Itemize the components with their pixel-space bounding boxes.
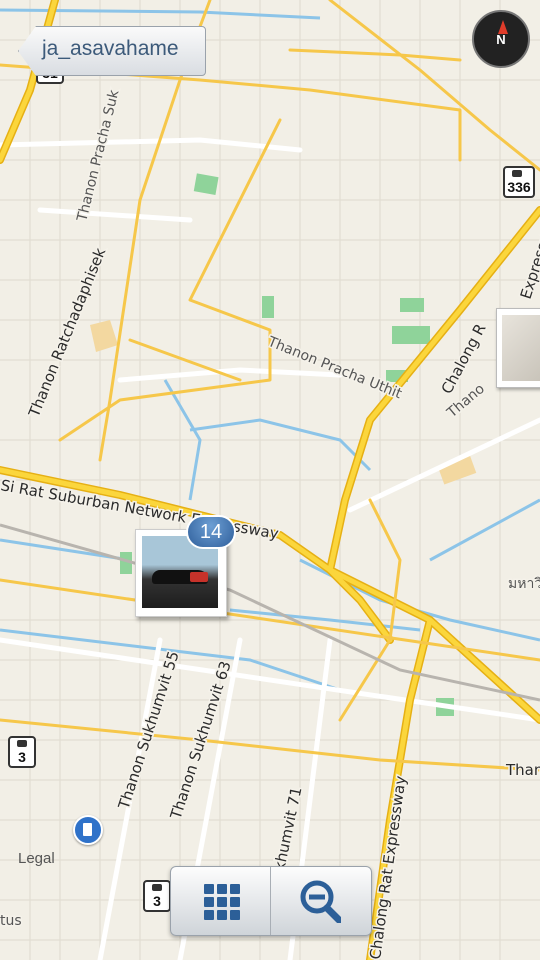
grid-icon [204, 884, 240, 920]
route-shield-3-left: 3 [8, 736, 36, 768]
compass-north-label: N [496, 32, 506, 47]
photo-count-badge[interactable]: 14 [186, 515, 236, 549]
fuel-icon[interactable] [73, 815, 103, 845]
route-shield-336-label: 336 [507, 179, 531, 195]
car-detail [190, 572, 208, 582]
road-label-tus: tus [0, 913, 22, 929]
road-label-thai: มหาวิ [508, 576, 540, 592]
back-button-label: ja_asavahame [42, 37, 179, 60]
route-shield-3-bottom: 3 [143, 880, 171, 912]
zoom-out-button[interactable] [271, 867, 370, 935]
zoom-out-icon [300, 880, 341, 923]
route-shield-336: 336 [503, 166, 535, 198]
map-toolbar [170, 866, 372, 936]
compass-icon[interactable]: N [472, 10, 530, 68]
grid-view-button[interactable] [171, 867, 271, 935]
route-shield-3-bottom-label: 3 [153, 893, 161, 909]
road-label-than: Than [505, 761, 540, 779]
photo-image [502, 315, 540, 381]
photo-thumbnail-right[interactable] [496, 308, 540, 388]
back-button[interactable]: ja_asavahame [18, 26, 206, 76]
route-shield-3-left-label: 3 [18, 749, 26, 765]
legal-link[interactable]: Legal [18, 850, 55, 867]
